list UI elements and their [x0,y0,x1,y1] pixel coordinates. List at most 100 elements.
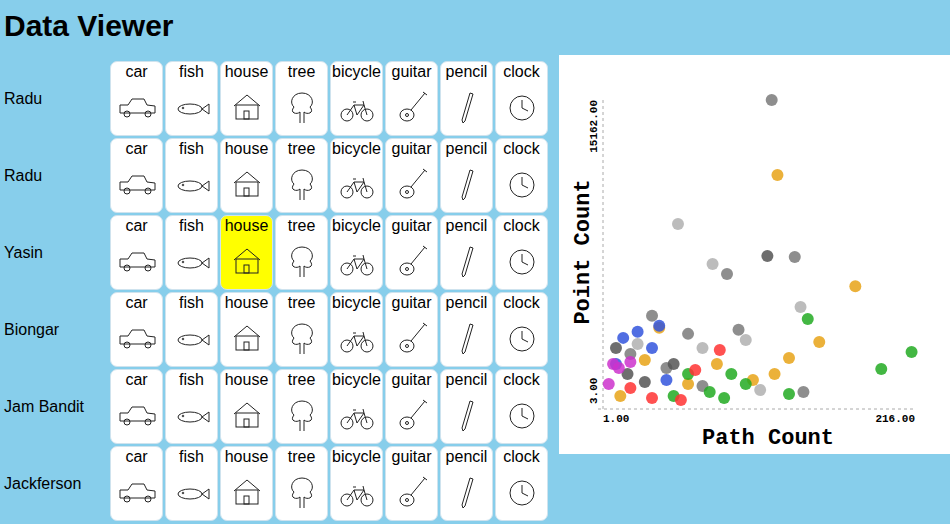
sample-card[interactable]: bicycle [330,446,383,521]
data-point[interactable] [771,169,783,181]
sample-card[interactable]: guitar [385,138,438,213]
sample-card[interactable]: pencil [440,369,493,444]
data-point[interactable] [672,218,684,230]
data-point[interactable] [704,386,716,398]
data-point[interactable] [906,346,918,358]
sample-card[interactable]: house [220,138,273,213]
data-point[interactable] [797,386,809,398]
sample-card[interactable]: clock [495,292,548,367]
sample-card[interactable]: guitar [385,369,438,444]
data-point[interactable] [721,268,733,280]
data-point[interactable] [653,320,665,332]
sample-card[interactable]: tree [275,369,328,444]
sample-card[interactable]: clock [495,61,548,136]
data-point[interactable] [610,342,622,354]
data-point[interactable] [617,332,629,344]
data-point[interactable] [783,388,795,400]
sample-card[interactable]: tree [275,61,328,136]
sample-card[interactable]: pencil [440,61,493,136]
data-point[interactable] [646,392,658,404]
sample-card[interactable]: bicycle [330,138,383,213]
sample-card[interactable]: fish [165,446,218,521]
data-point[interactable] [632,338,644,350]
data-point[interactable] [789,251,801,263]
sample-card[interactable]: pencil [440,446,493,521]
data-point[interactable] [668,358,680,370]
sample-card[interactable]: car [110,61,163,136]
sample-card[interactable]: clock [495,215,548,290]
sample-card[interactable]: pencil [440,292,493,367]
data-point[interactable] [802,313,814,325]
sample-card[interactable]: tree [275,215,328,290]
data-point[interactable] [646,310,658,322]
data-point[interactable] [813,336,825,348]
data-point[interactable] [696,342,708,354]
sample-card[interactable]: tree [275,446,328,521]
sample-card[interactable]: house [220,215,273,290]
scatter-chart: 15162.003.001.00216.00Point CountPath Co… [559,55,950,454]
sample-card[interactable]: guitar [385,215,438,290]
sample-card[interactable]: house [220,369,273,444]
bicycle-sketch-icon [332,162,382,206]
data-point[interactable] [769,368,781,380]
data-point[interactable] [646,342,658,354]
data-point[interactable] [740,378,752,390]
sample-card[interactable]: pencil [440,215,493,290]
sample-card[interactable]: clock [495,369,548,444]
sample-card[interactable]: tree [275,292,328,367]
data-point[interactable] [711,358,723,370]
sample-card[interactable]: house [220,446,273,521]
data-point[interactable] [718,392,730,404]
data-point[interactable] [725,368,737,380]
sample-card[interactable]: bicycle [330,369,383,444]
data-point[interactable] [783,352,795,364]
sample-card[interactable]: clock [495,138,548,213]
sample-card[interactable]: fish [165,138,218,213]
data-point[interactable] [613,362,625,374]
data-point[interactable] [740,334,752,346]
data-point[interactable] [660,374,672,386]
sample-card[interactable]: guitar [385,292,438,367]
data-point[interactable] [639,376,651,388]
sample-card[interactable]: pencil [440,138,493,213]
sample-card[interactable]: guitar [385,446,438,521]
data-point[interactable] [614,390,626,402]
sample-card[interactable]: fish [165,369,218,444]
data-point[interactable] [733,324,745,336]
data-point[interactable] [766,94,778,106]
data-point[interactable] [632,326,644,338]
sample-card[interactable]: bicycle [330,215,383,290]
sample-card[interactable]: car [110,292,163,367]
data-point[interactable] [624,382,636,394]
sample-card[interactable]: tree [275,138,328,213]
y-axis-title: Point Count [571,179,596,324]
data-point[interactable] [849,280,861,292]
sample-card[interactable]: clock [495,446,548,521]
sample-card[interactable]: bicycle [330,292,383,367]
guitar-sketch-icon [387,316,437,360]
data-point[interactable] [639,354,651,366]
data-point[interactable] [707,258,719,270]
sample-card[interactable]: fish [165,61,218,136]
sample-card[interactable]: house [220,292,273,367]
data-point[interactable] [754,384,766,396]
data-point[interactable] [624,356,636,368]
sample-card[interactable]: car [110,369,163,444]
data-point[interactable] [689,364,701,376]
data-point[interactable] [795,301,807,313]
sample-card[interactable]: fish [165,292,218,367]
sample-card[interactable]: car [110,446,163,521]
data-point[interactable] [682,328,694,340]
data-point[interactable] [675,394,687,406]
sample-card[interactable]: bicycle [330,61,383,136]
data-point[interactable] [875,363,887,375]
data-point[interactable] [761,250,773,262]
sample-card[interactable]: guitar [385,61,438,136]
sample-card[interactable]: car [110,215,163,290]
sample-card[interactable]: car [110,138,163,213]
sample-card[interactable]: house [220,61,273,136]
sample-label: tree [288,217,316,235]
data-point[interactable] [603,378,615,390]
data-point[interactable] [714,344,726,356]
sample-card[interactable]: fish [165,215,218,290]
